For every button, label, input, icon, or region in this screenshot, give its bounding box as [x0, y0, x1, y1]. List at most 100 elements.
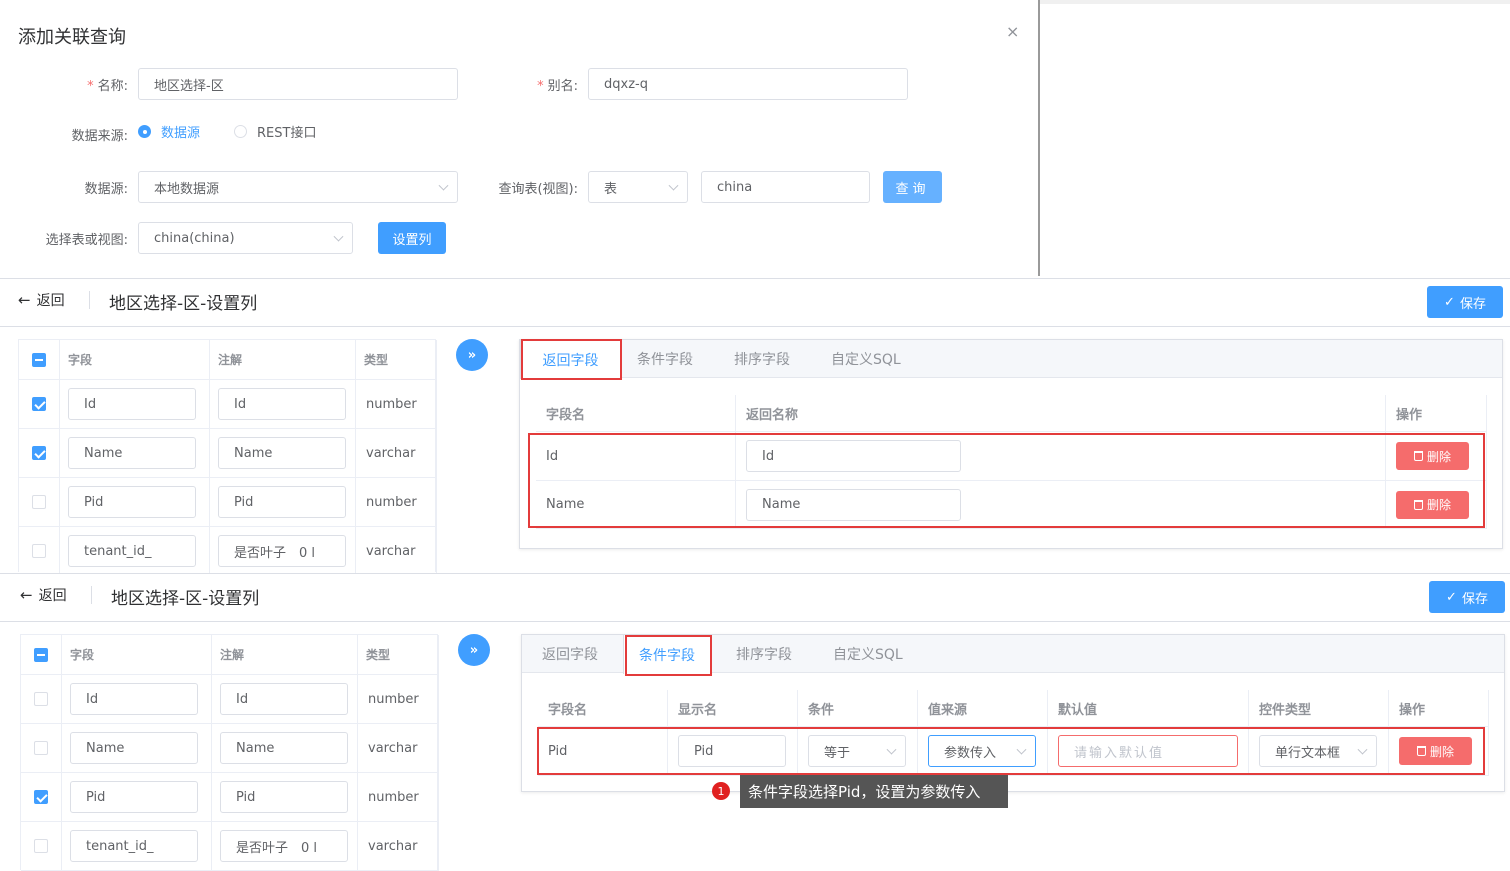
chevron-down-icon	[886, 744, 897, 755]
radio-unchecked-icon	[234, 125, 247, 138]
radio-rest[interactable]: REST接口	[234, 122, 316, 141]
row-field-cell: Name	[62, 724, 212, 773]
alias-label: * 别名:	[537, 79, 578, 94]
header-field-name: 字段名	[538, 690, 668, 727]
table-row-field: Id	[536, 432, 736, 481]
comment-input[interactable]: Pid	[218, 486, 346, 518]
field-input[interactable]: Pid	[68, 486, 196, 518]
close-icon[interactable]: ×	[1006, 22, 1019, 41]
save-button[interactable]: ✓ 保存	[1429, 581, 1505, 613]
header-return-name: 返回名称	[736, 395, 1386, 432]
field-input[interactable]: Name	[70, 732, 198, 764]
select-all-checkbox[interactable]	[32, 352, 46, 367]
field-input[interactable]: Id	[68, 388, 196, 420]
header-field-name: 字段名	[536, 395, 736, 432]
set-columns-panel-1: ← 返回 地区选择-区-设置列 ✓ 保存 字段 注解 类型 Id Id number Name…	[0, 279, 1510, 576]
row-comment-cell: Pid	[210, 478, 356, 527]
comment-input[interactable]: Pid	[220, 781, 348, 813]
datasource-label: 数据源:	[84, 182, 128, 197]
row-checkbox[interactable]	[32, 544, 46, 558]
field-input[interactable]: tenant_id_	[68, 535, 196, 567]
default-value-input[interactable]: 请输入默认值	[1058, 735, 1238, 767]
comment-input[interactable]: Name	[218, 437, 346, 469]
select-table-select[interactable]: china(china)	[138, 222, 353, 254]
comment-input[interactable]: 是否叶子 0 l	[218, 535, 346, 567]
row-checkbox[interactable]	[34, 692, 48, 706]
comment-input[interactable]: Id	[218, 388, 346, 420]
select-all-checkbox[interactable]	[34, 647, 48, 662]
delete-button[interactable]: 删除	[1396, 490, 1469, 519]
tab-condition-fields[interactable]: 条件字段	[637, 340, 693, 378]
row-checkbox[interactable]	[32, 446, 46, 460]
table-row-return: Name	[736, 481, 1386, 529]
row-checkbox[interactable]	[34, 839, 48, 853]
return-name-input[interactable]: Id	[746, 440, 961, 472]
return-name-input[interactable]: Name	[746, 488, 961, 521]
back-button[interactable]: ← 返回	[20, 585, 67, 605]
row-checkbox[interactable]	[32, 495, 46, 509]
set-columns-button[interactable]: 设置列	[378, 222, 446, 254]
row-field-cell: Id	[60, 380, 210, 429]
display-name-input[interactable]: Pid	[678, 735, 786, 767]
source-label: 数据来源:	[71, 129, 128, 144]
tab-return-fields[interactable]: 返回字段	[542, 635, 598, 673]
name-input[interactable]: 地区选择-区	[138, 68, 458, 100]
delete-button[interactable]: 删除	[1396, 442, 1469, 470]
field-input[interactable]: tenant_id_	[70, 830, 198, 862]
row-type-cell: varchar	[358, 724, 439, 773]
divider	[0, 326, 1510, 327]
field-input[interactable]: Id	[70, 683, 198, 715]
field-table: 字段 注解 类型 Id Id number Name Name varchar Pid Pid num…	[20, 634, 439, 871]
save-button[interactable]: ✓ 保存	[1427, 286, 1503, 318]
row-checkbox-cell	[19, 527, 60, 576]
tab-condition-fields[interactable]: 条件字段	[623, 635, 711, 674]
comment-input[interactable]: Name	[220, 732, 348, 764]
radio-checked-icon	[138, 125, 151, 138]
table-row-return: Id	[736, 432, 1386, 481]
row-checkbox[interactable]	[34, 741, 48, 755]
query-table-input[interactable]: china	[701, 171, 870, 203]
back-button[interactable]: ← 返回	[18, 290, 65, 310]
divider	[91, 586, 92, 604]
page-title: 地区选择-区-设置列	[109, 294, 258, 314]
header-type: 类型	[358, 635, 439, 675]
comment-input[interactable]: 是否叶子 0 l	[220, 830, 348, 862]
query-button[interactable]: 查询	[883, 171, 942, 203]
row-type-cell: number	[358, 773, 439, 822]
return-field-table: 字段名 返回名称 操作 Id Id 删除 Name Name 删除	[536, 395, 1487, 529]
row-type-cell: varchar	[356, 429, 437, 478]
radio-datasource[interactable]: 数据源	[138, 122, 200, 141]
chevron-down-icon	[1357, 744, 1368, 755]
header-display-name: 显示名	[668, 690, 798, 727]
field-input[interactable]: Name	[68, 437, 196, 469]
row-field-cell: Id	[62, 675, 212, 724]
delete-button[interactable]: 删除	[1399, 737, 1472, 765]
annotation-tooltip: 条件字段选择Pid，设置为参数传入	[740, 775, 1008, 808]
alias-input[interactable]: dqxz-q	[588, 68, 908, 100]
field-input[interactable]: Pid	[70, 781, 198, 813]
row-field-name: Pid	[538, 727, 668, 776]
tab-sort-fields[interactable]: 排序字段	[734, 340, 790, 378]
tab-custom-sql[interactable]: 自定义SQL	[833, 635, 903, 673]
condition-select[interactable]: 等于	[808, 735, 906, 767]
comment-input[interactable]: Id	[220, 683, 348, 715]
header-type: 类型	[356, 340, 437, 380]
header-value-source: 值来源	[918, 690, 1048, 727]
table-type-select[interactable]: 表	[588, 171, 688, 203]
tab-custom-sql[interactable]: 自定义SQL	[831, 340, 901, 378]
tab-sort-fields[interactable]: 排序字段	[736, 635, 792, 673]
tab-return-fields[interactable]: 返回字段	[520, 340, 621, 379]
row-checkbox[interactable]	[34, 790, 48, 804]
double-chevron-right-icon[interactable]: »	[456, 339, 488, 371]
row-checkbox-cell	[19, 478, 60, 527]
double-chevron-right-icon[interactable]: »	[458, 634, 490, 666]
select-table-label: 选择表或视图:	[45, 233, 128, 248]
value-source-select[interactable]: 参数传入	[928, 735, 1036, 767]
control-type-select[interactable]: 单行文本框	[1259, 735, 1377, 767]
page-title: 地区选择-区-设置列	[111, 589, 260, 609]
row-checkbox[interactable]	[32, 397, 46, 411]
row-comment-cell: Id	[212, 675, 358, 724]
row-condition: 等于	[798, 727, 918, 776]
datasource-select[interactable]: 本地数据源	[138, 171, 458, 203]
header-select-all	[19, 340, 60, 380]
